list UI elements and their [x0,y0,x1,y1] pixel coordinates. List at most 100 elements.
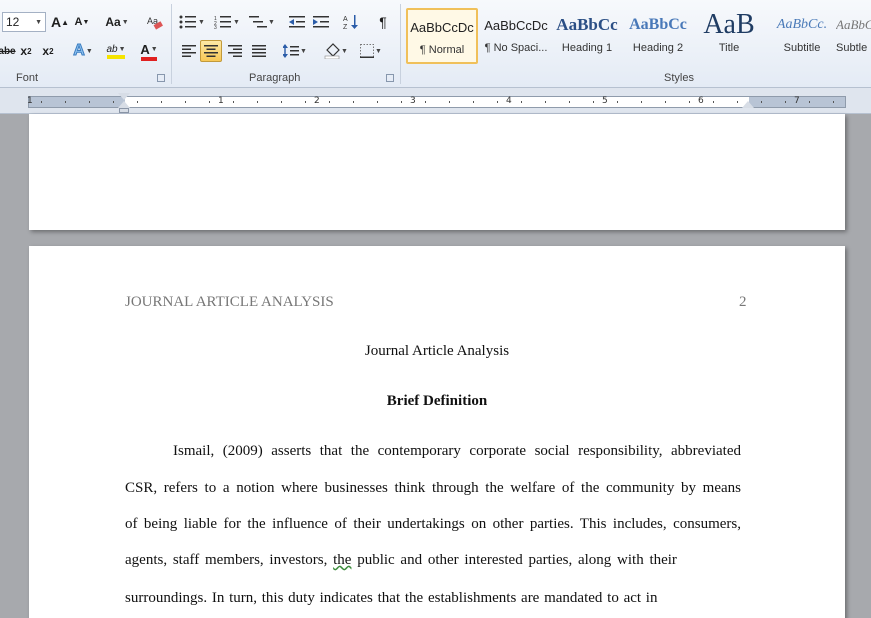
style-heading-1[interactable]: AaBbCc Heading 1 [551,8,623,64]
strikethrough-button[interactable]: abe [0,40,16,62]
right-indent-marker[interactable] [742,101,754,108]
sort-icon: AZ [343,15,358,30]
style-name: Subtle [836,42,868,54]
borders-button[interactable]: ▼ [356,40,386,62]
font-dialog-launcher-icon[interactable] [157,74,165,82]
horizontal-ruler[interactable]: 1 1 2 3 4 5 6 7 [0,88,871,114]
grow-font-button[interactable]: A ▲ [50,11,70,33]
ribbon: 12 ▼ A ▲ A ▼ Aa ▼ Aa abe x2 x2 A ▼ ab ▼ A ▼ Fo… [0,0,871,88]
style-sample: AaBbCc [556,15,618,34]
paint-bucket-icon [324,43,340,59]
style-normal[interactable]: AaBbCcDc ¶ Normal [406,8,478,64]
style-subtle-emphasis[interactable]: AaBbCc Subtle [836,8,871,64]
increase-indent-button[interactable] [310,11,332,33]
subscript-label: x [20,44,28,58]
page-number: 2 [739,294,747,310]
svg-text:3: 3 [214,25,217,29]
justify-icon [252,45,266,57]
ruler-tick [809,101,810,103]
page-2[interactable]: JOURNAL ARTICLE ANALYSIS 2 Journal Artic… [29,246,845,618]
styles-group-label: Styles [664,72,694,84]
ruler-tick [113,101,114,103]
ruler-tick [545,101,546,103]
align-center-button[interactable] [200,40,222,62]
style-no-spacing[interactable]: AaBbCcDc ¶ No Spaci... [480,8,552,64]
ruler-tick [521,101,522,103]
ruler-tick [593,101,594,103]
align-left-button[interactable] [178,40,200,62]
body-line: agents, staff members, investors, the pu… [125,552,677,569]
decrease-indent-icon [289,16,305,28]
ruler-number: 4 [506,96,512,106]
ruler-tick [257,101,258,103]
clear-formatting-button[interactable]: Aa [144,11,166,33]
page-1[interactable] [29,114,845,230]
justify-button[interactable] [248,40,270,62]
ruler-number: 5 [602,96,608,106]
font-color-button[interactable]: A ▼ [134,40,164,62]
borders-icon [360,44,375,58]
left-indent-marker[interactable] [119,108,129,113]
subscript-button[interactable]: x2 [16,40,36,62]
numbering-button[interactable]: 1 2 3 ▼ [212,11,242,33]
style-name: ¶ Normal [419,44,465,56]
align-right-icon [228,45,242,57]
ruler-tick [137,101,138,103]
ruler-tick [41,101,42,103]
shading-button[interactable]: ▼ [320,40,352,62]
body-line-text: public and other interested parties, alo… [357,552,677,568]
font-size-field[interactable]: 12 ▼ [2,12,46,32]
style-name: Heading 1 [561,42,613,54]
ruler-tick [425,101,426,103]
align-left-icon [182,45,196,57]
style-heading-2[interactable]: AaBbCc Heading 2 [622,8,694,64]
ruler-tick [353,101,354,103]
bullets-button[interactable]: ▼ [178,11,206,33]
ruler-number: 1 [27,96,33,106]
style-name: Heading 2 [632,42,684,54]
text-effects-button[interactable]: A ▼ [68,40,98,62]
style-sample: AaBbCc [629,16,687,33]
first-line-indent-marker[interactable] [118,93,130,100]
highlight-color-bar [107,54,125,59]
document-title: Journal Article Analysis [364,343,510,359]
ruler-left-margin [29,97,125,107]
font-size-value: 12 [6,15,20,29]
sort-button[interactable]: AZ [340,11,362,33]
change-case-button[interactable]: Aa ▼ [102,11,132,33]
hanging-indent-marker[interactable] [118,101,130,108]
strikethrough-label: abe [0,45,16,57]
bullet-list-icon [179,15,197,29]
body-line: surroundings. In turn, this duty indicat… [125,590,658,606]
style-title[interactable]: AaB Title [693,8,765,64]
ruler-tick [665,101,666,103]
decrease-indent-button[interactable] [286,11,308,33]
ruler-number: 6 [698,96,704,106]
text-effects-label: A [73,42,86,60]
ruler-tick [449,101,450,103]
group-divider [171,4,172,84]
multilevel-list-button[interactable]: ▼ [247,11,277,33]
ruler-tick [209,101,210,103]
numbered-list-icon: 123 [214,16,232,29]
style-sample: AaBbCc [836,17,871,32]
ruler-number: 7 [794,96,800,106]
superscript-button[interactable]: x2 [38,40,58,62]
grammar-flag-word[interactable]: the [333,552,351,568]
show-formatting-button[interactable]: ¶ [372,11,394,33]
ruler-tick [185,101,186,103]
ruler-strip[interactable]: 1 1 2 3 4 5 6 7 [27,96,846,108]
line-spacing-button[interactable]: ▼ [280,40,310,62]
ruler-tick [497,101,498,103]
highlight-button[interactable]: ab ▼ [100,40,132,62]
paragraph-dialog-launcher-icon[interactable] [386,74,394,82]
ruler-tick [473,101,474,103]
svg-text:A: A [343,16,348,23]
group-divider [400,4,401,84]
align-right-button[interactable] [224,40,246,62]
chevron-down-icon[interactable]: ▼ [35,19,42,26]
ruler-tick [785,101,786,103]
shrink-font-button[interactable]: A ▼ [72,11,92,33]
clear-formatting-icon: Aa [147,16,163,30]
style-subtitle[interactable]: AaBbCc. Subtitle [766,8,838,64]
